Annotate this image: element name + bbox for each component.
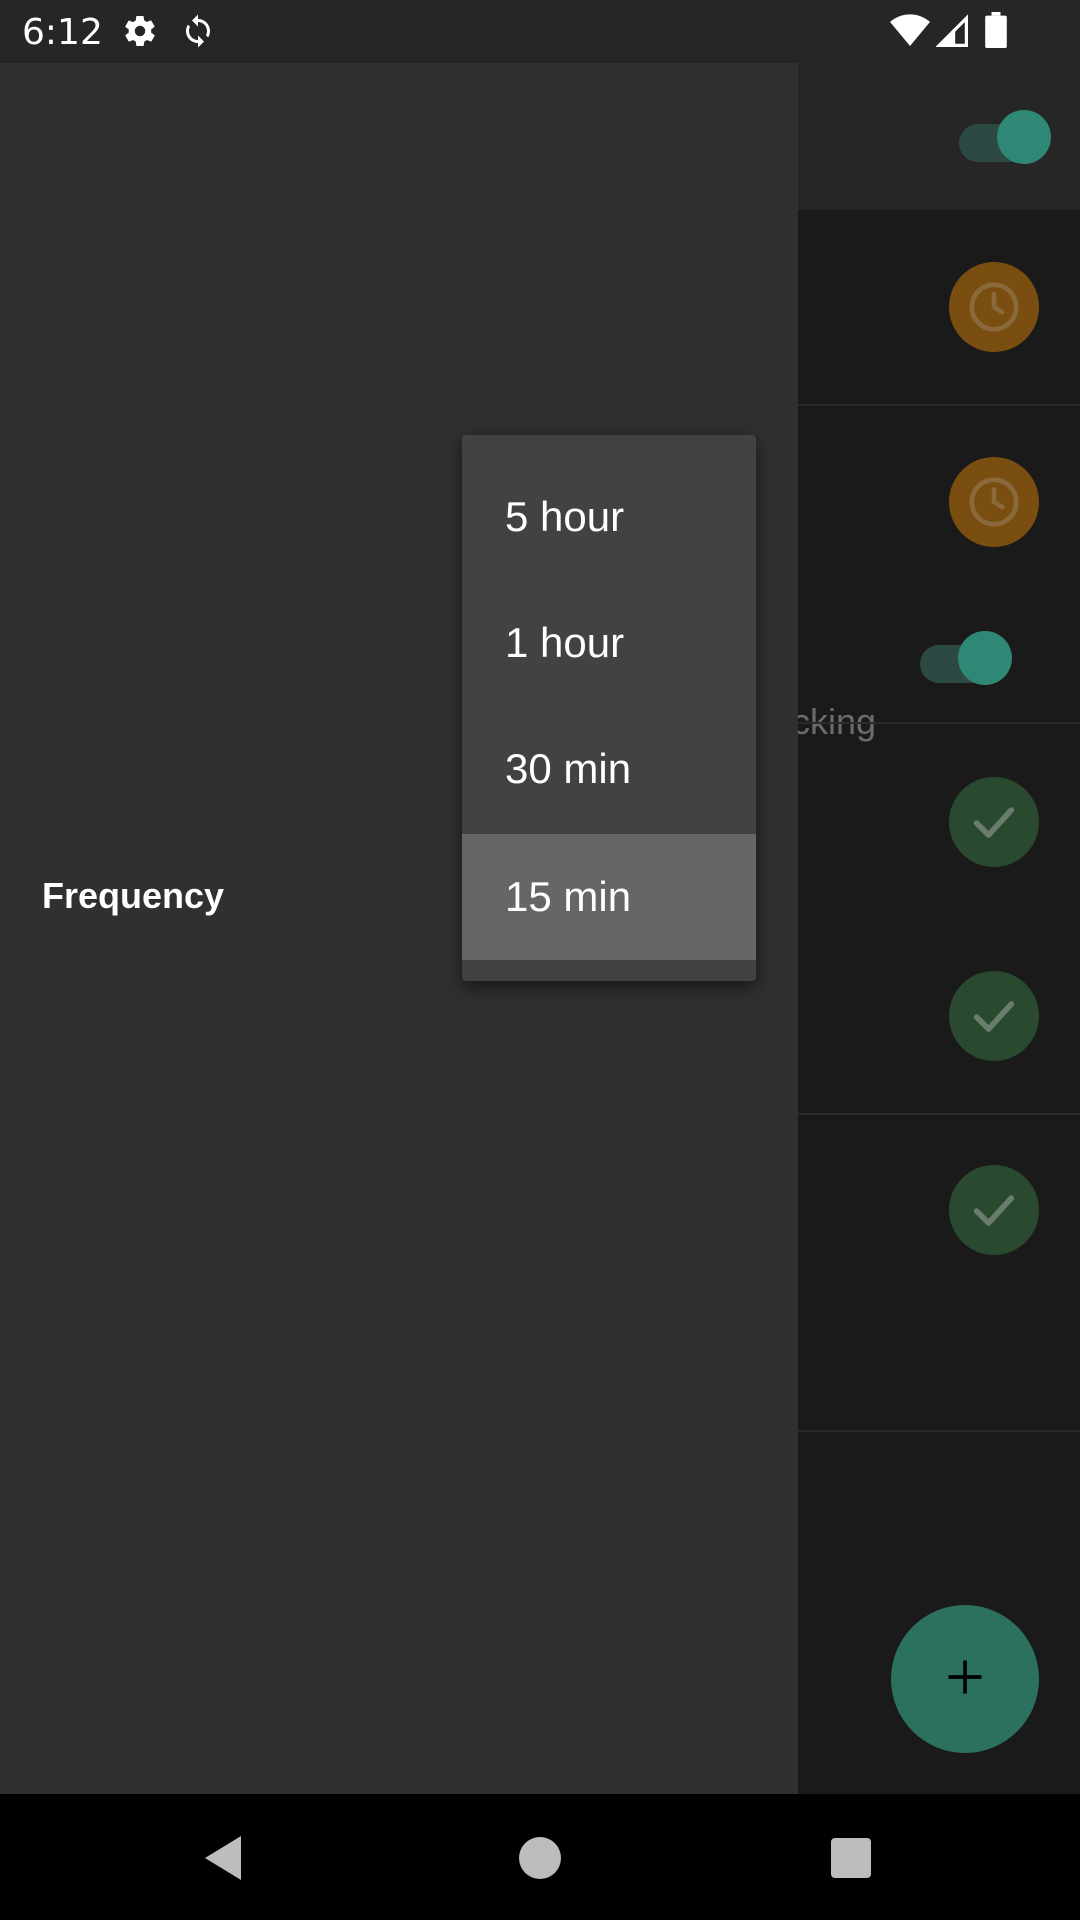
dropdown-option-30-min[interactable]: 30 min bbox=[462, 706, 756, 832]
gear-icon bbox=[122, 12, 158, 55]
status-time: 6:12 bbox=[22, 12, 103, 53]
frequency-dropdown: 5 hour 1 hour 30 min 15 min bbox=[462, 435, 756, 981]
check-icon bbox=[949, 1165, 1039, 1255]
check-icon bbox=[949, 777, 1039, 867]
clock-icon bbox=[949, 457, 1039, 547]
status-bar: 6:12 bbox=[0, 0, 1080, 63]
clock-icon bbox=[949, 262, 1039, 352]
sync-icon bbox=[180, 12, 216, 55]
add-button[interactable] bbox=[891, 1605, 1039, 1753]
home-icon[interactable] bbox=[519, 1837, 561, 1884]
frequency-label: Frequency bbox=[42, 875, 225, 916]
dropdown-option-15-min[interactable]: 15 min bbox=[462, 834, 756, 960]
dropdown-option-5-hour[interactable]: 5 hour bbox=[462, 454, 756, 580]
plus-icon bbox=[943, 1655, 987, 1704]
navigation-bar bbox=[0, 1794, 1080, 1920]
back-icon[interactable] bbox=[201, 1834, 245, 1887]
recents-icon[interactable] bbox=[831, 1838, 871, 1883]
check-icon bbox=[949, 971, 1039, 1061]
battery-icon bbox=[985, 12, 1007, 53]
wifi-icon bbox=[890, 14, 930, 53]
signal-icon bbox=[935, 14, 968, 53]
dropdown-option-1-hour[interactable]: 1 hour bbox=[462, 580, 756, 706]
